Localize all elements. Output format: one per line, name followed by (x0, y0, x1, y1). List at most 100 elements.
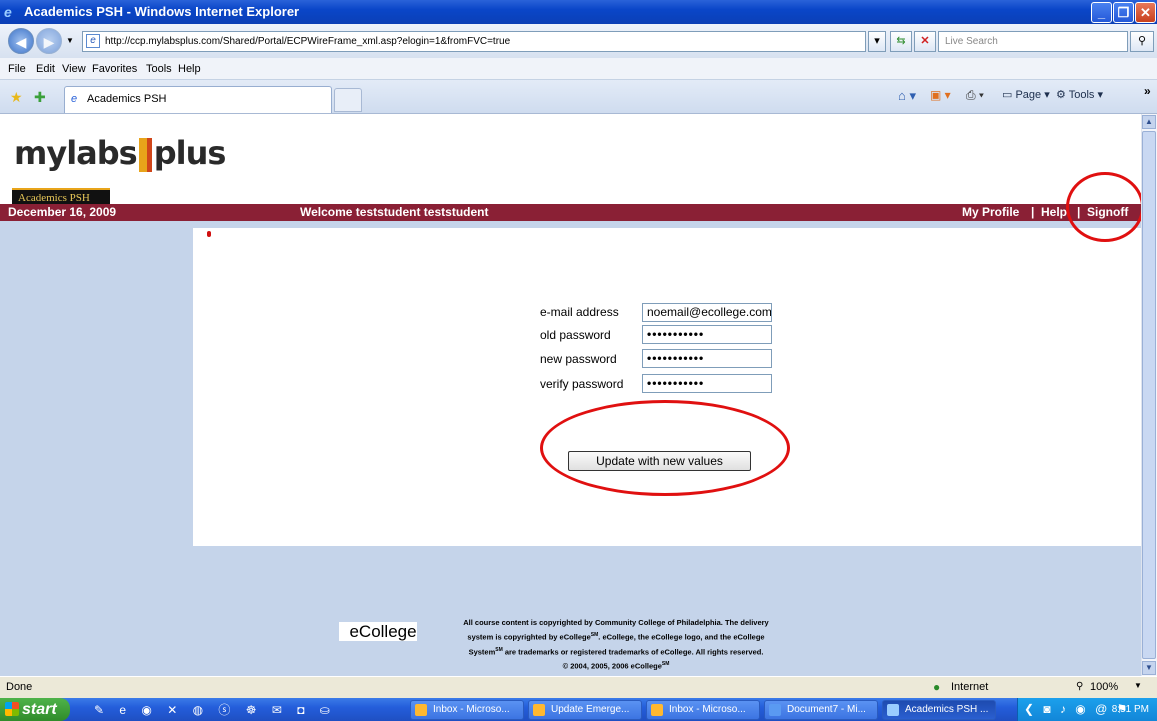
print-icon[interactable]: ⎙ ▾ (966, 88, 984, 103)
page-menu-label: Page (1015, 89, 1042, 101)
new-tab-button[interactable] (334, 88, 362, 112)
email-label: e-mail address (540, 305, 619, 319)
address-input[interactable]: e http://ccp.mylabsplus.com/Shared/Porta… (82, 31, 866, 52)
tools-menu[interactable]: ⚙ Tools ▾ (1056, 88, 1103, 101)
address-toolbar: ◀ ▶ ▼ e http://ccp.mylabsplus.com/Shared… (0, 24, 1157, 58)
task-inbox-2[interactable]: Inbox - Microso... (646, 700, 760, 720)
tools-menu-label: Tools (1068, 89, 1095, 101)
copyright-line-3-b: are trademarks or registered trademarks … (502, 647, 764, 656)
update-button[interactable]: Update with new values (568, 451, 751, 471)
logo-text-left: mylabs (14, 134, 138, 172)
copyright-line-1: All course content is copyrighted by Com… (463, 618, 769, 627)
task-update-emergency[interactable]: Update Emerge... (528, 700, 642, 720)
status-bar: Done ● Internet ⚲ 100% ▼ (0, 676, 1157, 698)
copyright-line-3-a: System (468, 647, 496, 656)
menu-tools[interactable]: Tools (146, 63, 172, 75)
task-academics-psh-label: Academics PSH ... (905, 704, 989, 715)
help-link[interactable]: Help (1041, 204, 1067, 221)
logo-text-right: plus (153, 134, 227, 172)
title-bar: e Academics PSH - Windows Internet Explo… (0, 0, 1157, 24)
start-label: start (22, 701, 57, 718)
chevron-right-icon[interactable]: » (1144, 84, 1151, 98)
scroll-thumb[interactable] (1142, 131, 1156, 659)
close-button[interactable]: ✕ (1135, 2, 1156, 23)
course-tab[interactable]: Academics PSH (12, 188, 110, 204)
search-input[interactable]: Live Search (938, 31, 1128, 52)
forward-button[interactable]: ▶ (36, 28, 62, 54)
system-tray: ❮ ◙ ♪ ◉ @ ⚑ 8:51 PM (1017, 698, 1157, 721)
task-inbox-1-label: Inbox - Microso... (433, 704, 510, 715)
zone-text: Internet (951, 681, 989, 693)
globe-icon: ● (933, 680, 941, 694)
welcome-text: Welcome teststudent teststudent (300, 205, 489, 219)
sm-mark: SM (495, 646, 503, 653)
annotation-circle-update (540, 400, 790, 496)
email-field[interactable]: noemail@ecollege.com (642, 303, 772, 322)
copyright-line-4-a: © 2004, 2005, 2006 eCollege (562, 661, 662, 671)
ecollege-logo: eeCollege (339, 622, 417, 642)
home-icon[interactable]: ⌂ ▾ (898, 88, 916, 104)
page-menu[interactable]: ▭ Page ▾ (1002, 88, 1050, 101)
menu-bar: File Edit View Favorites Tools Help (0, 58, 1157, 80)
task-inbox-2-label: Inbox - Microso... (669, 704, 746, 715)
copyright-line-2-b: . eCollege, the eCollege logo, and the e… (598, 632, 765, 642)
menu-favorites[interactable]: Favorites (92, 63, 137, 75)
status-text: Done (6, 681, 33, 693)
address-dropdown-icon[interactable]: ▾ (868, 31, 886, 52)
refresh-icon[interactable]: ⇆ (890, 31, 912, 52)
add-favorites-icon[interactable]: ✚ (34, 89, 46, 106)
scroll-up-icon[interactable]: ▲ (1142, 115, 1156, 129)
task-academics-psh[interactable]: Academics PSH ... (882, 700, 996, 720)
task-inbox-1[interactable]: Inbox - Microso... (410, 700, 524, 720)
tab-label: Academics PSH (87, 93, 167, 105)
copyright-line-2: system is copyrighted by eCollegeSM. eCo… (426, 629, 806, 644)
task-document7-label: Document7 - Mi... (787, 704, 866, 715)
verify-password-field[interactable]: ••••••••••• (642, 374, 772, 393)
new-password-label: new password (540, 352, 617, 366)
verify-password-label: verify password (540, 377, 624, 391)
ie-icon: e (4, 4, 12, 20)
zoom-icon[interactable]: ⚲ (1076, 681, 1083, 692)
page-content: mylabs plus Academics PSH December 16, 20… (0, 114, 1144, 676)
task-update-emergency-label: Update Emerge... (551, 704, 630, 715)
feeds-icon[interactable]: ▣ ▾ (930, 88, 951, 102)
tab-academics-psh[interactable]: e Academics PSH (64, 86, 332, 113)
new-password-field[interactable]: ••••••••••• (642, 349, 772, 368)
old-password-field[interactable]: ••••••••••• (642, 325, 772, 344)
quick-launch-icons[interactable]: ✎ e ◉ ✕ ◍ ⓢ ☸ ✉ ◘ ⛀ (94, 701, 336, 718)
nav-separator: | (1031, 205, 1035, 219)
copyright-line-4: © 2004, 2005, 2006 eCollegeSM (426, 658, 806, 673)
back-button[interactable]: ◀ (8, 28, 34, 54)
mylabsplus-logo: mylabs plus (14, 134, 227, 172)
annotation-mark (207, 231, 211, 237)
scroll-down-icon[interactable]: ▼ (1142, 661, 1156, 675)
page-icon: e (86, 34, 100, 48)
menu-view[interactable]: View (62, 63, 86, 75)
sm-mark: SM (661, 661, 670, 667)
search-icon[interactable]: ⚲ (1130, 31, 1154, 52)
date-text: December 16, 2009 (8, 205, 117, 219)
copyright-block: All course content is copyrighted by Com… (426, 617, 806, 673)
history-dropdown-icon[interactable]: ▼ (66, 36, 74, 45)
annotation-circle-signoff (1066, 172, 1144, 242)
tray-icons[interactable]: ❮ ◙ ♪ ◉ @ ⚑ (1024, 698, 1130, 721)
menu-file[interactable]: File (8, 63, 26, 75)
stop-icon[interactable]: ✕ (914, 31, 936, 52)
copyright-line-3: SystemSM are trademarks or registered tr… (426, 644, 806, 659)
zoom-dropdown-icon[interactable]: ▼ (1134, 681, 1142, 690)
windows-logo-icon (5, 702, 19, 716)
zoom-level[interactable]: 100% (1090, 681, 1118, 693)
menu-help[interactable]: Help (178, 63, 201, 75)
ecollege-logo-text: eCollege (339, 622, 417, 641)
task-document7[interactable]: Document7 - Mi... (764, 700, 878, 720)
menu-edit[interactable]: Edit (36, 63, 55, 75)
my-profile-link[interactable]: My Profile (962, 204, 1019, 221)
maximize-button[interactable]: ❐ (1113, 2, 1134, 23)
minimize-button[interactable]: _ (1091, 2, 1112, 23)
old-password-label: old password (540, 328, 611, 342)
start-button[interactable]: start (0, 698, 70, 721)
tab-ie-icon: e (71, 93, 78, 105)
copyright-line-2-a: system is copyrighted by eCollege (467, 632, 591, 642)
favorites-star-icon[interactable]: ★ (10, 89, 23, 106)
window-title: Academics PSH - Windows Internet Explore… (24, 4, 300, 19)
